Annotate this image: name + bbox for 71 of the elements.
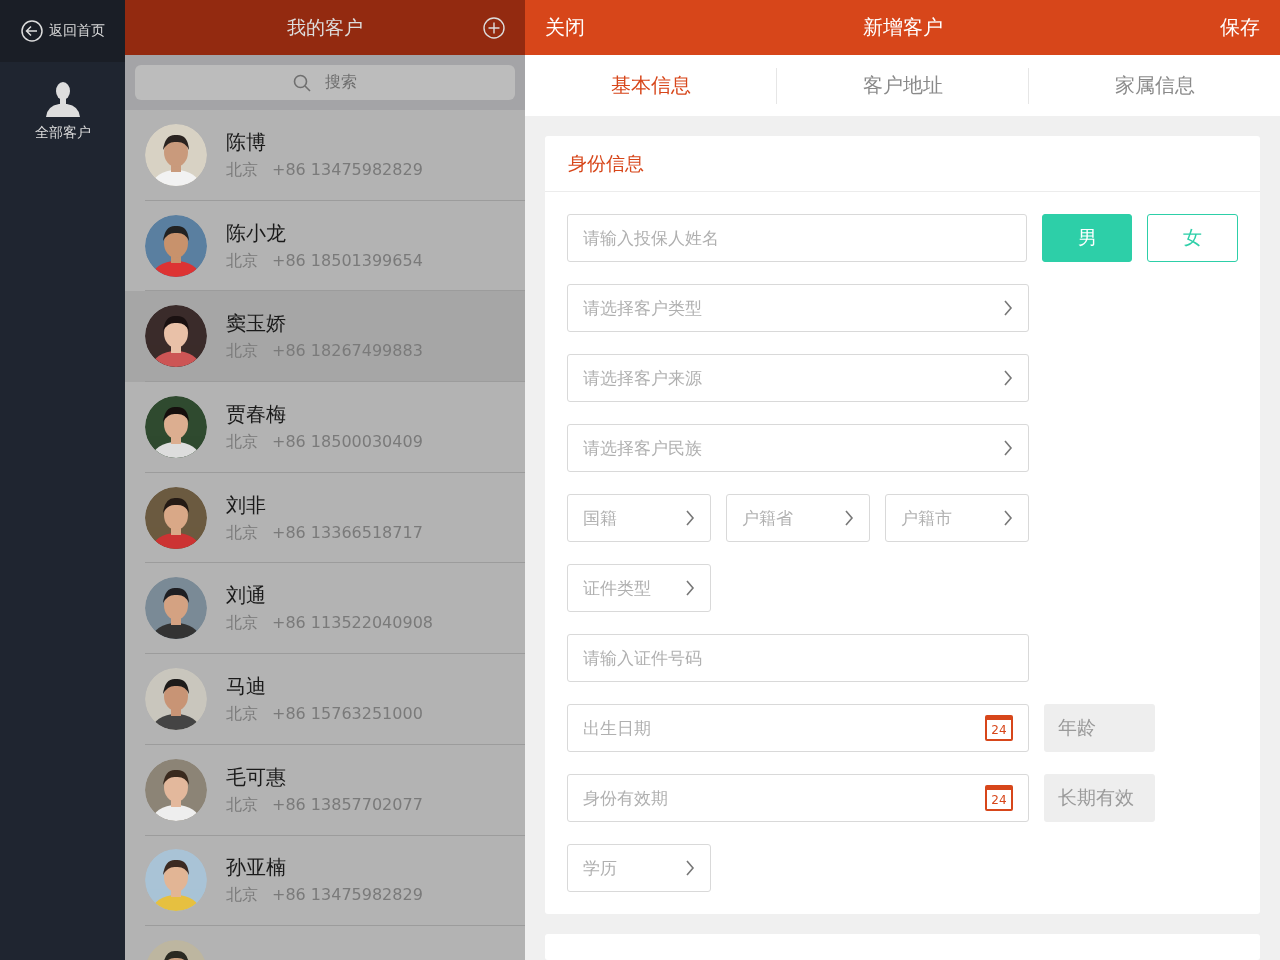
tab[interactable]: 客户地址 [776, 67, 1028, 104]
chevron-icon [1003, 370, 1013, 386]
chevron-icon [1003, 440, 1013, 456]
calendar-icon: 24 [985, 785, 1013, 811]
chevron-icon [1003, 510, 1013, 526]
chevron-icon [685, 510, 695, 526]
tab[interactable]: 家属信息 [1028, 67, 1280, 104]
contact-phone: +86 18500030409 [272, 431, 423, 453]
contact-name: 刘非 [226, 491, 267, 519]
select-field[interactable]: 户籍省 [726, 494, 870, 542]
contact-name: 马迪 [226, 672, 267, 700]
contact-phone: +86 13857702077 [272, 794, 423, 816]
contact-row[interactable]: 马迪 北京 +86 15763251000 [125, 654, 525, 745]
back-button[interactable]: 返回首页 [0, 0, 125, 62]
list-title: 我的客户 [287, 14, 363, 40]
save-button[interactable]: 保存 [1220, 14, 1260, 41]
select-field[interactable]: 请选择客户类型 [567, 284, 1029, 332]
chevron-icon [844, 510, 854, 526]
close-button[interactable]: 关闭 [545, 14, 585, 41]
contact-city: 北京 [226, 613, 258, 635]
calendar-icon: 24 [985, 715, 1013, 741]
input-field[interactable]: 请输入证件号码 [567, 634, 1029, 682]
search-field[interactable]: 搜索 [135, 65, 515, 100]
contact-name: 孙亚楠 [226, 854, 287, 882]
input-field[interactable]: 请输入投保人姓名 [567, 214, 1027, 262]
contact-phone: +86 15763251000 [272, 703, 423, 725]
contact-row[interactable]: 贾春梅 北京 +86 18500030409 [125, 382, 525, 473]
select-field[interactable]: 证件类型 [567, 564, 711, 612]
readonly-field: 年龄 [1044, 704, 1155, 752]
contact-city: 北京 [226, 522, 258, 544]
contact-phone: +86 113522040908 [272, 613, 433, 635]
contact-name: 陈博 [226, 128, 267, 156]
section-title: 身份信息 [545, 136, 1260, 192]
date-field[interactable]: 出生日期 24 [567, 704, 1029, 752]
contact-row[interactable]: 刘通 北京 +86 113522040908 [125, 563, 525, 655]
readonly-field: 长期有效 [1044, 774, 1155, 822]
tab[interactable]: 基本信息 [525, 67, 776, 104]
contact-city: 北京 [226, 431, 258, 453]
date-field[interactable]: 身份有效期 24 [567, 774, 1029, 822]
contact-name: 刘通 [226, 582, 267, 610]
chevron-icon [685, 580, 695, 596]
contact-row[interactable]: 陈博 北京 +86 13475982829 [125, 110, 525, 201]
contact-city: 北京 [226, 794, 258, 816]
contact-row[interactable]: 毛可惠 北京 +86 13857702077 [125, 744, 525, 836]
search-placeholder: 搜索 [325, 72, 357, 93]
select-field[interactable]: 学历 [567, 844, 711, 892]
editor-title: 新增客户 [862, 14, 943, 41]
contact-city: 北京 [226, 159, 258, 181]
select-field[interactable]: 国籍 [567, 494, 711, 542]
contact-phone: +86 13475982829 [272, 885, 423, 907]
contact-phone: +86 18501399654 [272, 250, 423, 272]
contact-name: 毛可惠 [226, 763, 287, 791]
contact-name: 窦玉娇 [226, 310, 287, 338]
contact-name: 陈小龙 [226, 219, 287, 247]
contact-phone: +86 13475982829 [272, 159, 423, 181]
person-icon [43, 80, 82, 118]
select-field[interactable]: 户籍市 [885, 494, 1029, 542]
contact-name: 贾春梅 [226, 400, 287, 428]
select-field[interactable]: 请选择客户民族 [567, 424, 1029, 472]
contact-row[interactable]: 孙亚楠 北京 +86 13475982829 [125, 835, 525, 927]
chevron-icon [685, 860, 695, 876]
sidebar-item[interactable]: 全部客户 [0, 62, 125, 143]
select-field[interactable]: 请选择客户来源 [567, 354, 1029, 402]
contact-city: 北京 [226, 703, 258, 725]
chevron-icon [1003, 300, 1013, 316]
contact-row[interactable]: 刘非 北京 +86 13366518717 [125, 472, 525, 564]
contact-city: 北京 [226, 250, 258, 272]
contact-phone: +86 13366518717 [272, 522, 423, 544]
add-icon[interactable] [483, 17, 505, 39]
contact-city: 北京 [226, 885, 258, 907]
search-icon [293, 73, 311, 92]
